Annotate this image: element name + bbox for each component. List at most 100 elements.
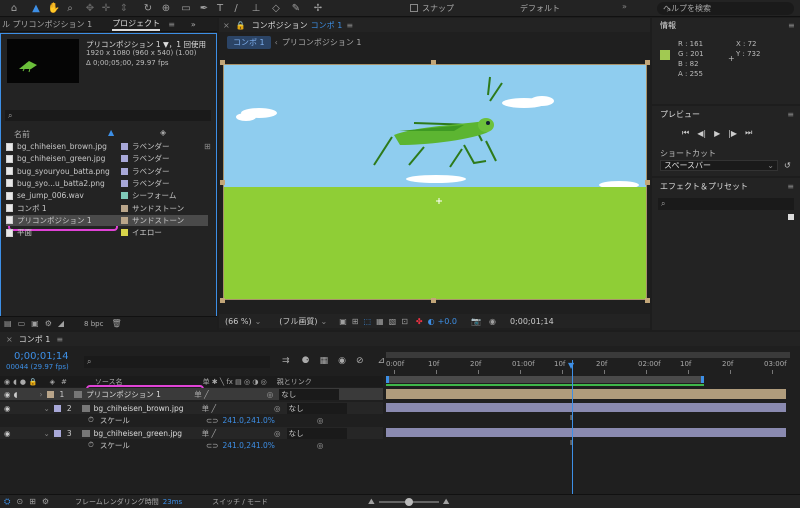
rectangle-tool-icon[interactable]: ▭ [180,2,192,14]
track-layer1[interactable] [386,389,786,399]
exposure-reset-icon[interactable]: ◐ [428,317,435,326]
switches-header-icon[interactable]: 单 ✱ ╲ fx ▤ ◎ ◑ ◎ [203,377,267,387]
project-item[interactable]: bg_chiheisen_green.jpg ラベンダー [6,153,208,164]
project-item[interactable]: bug_syouryou_batta.png ラベンダー [6,166,208,177]
parent-dropdown[interactable]: なし [286,427,347,439]
zoom-slider[interactable] [378,497,439,506]
pickwhip-icon[interactable]: ◎ [267,390,274,399]
stopwatch-icon[interactable]: ⏱ [88,415,94,425]
shortcut-dropdown[interactable]: スペースバー ⌄ [660,160,778,171]
breadcrumb-comp[interactable]: コンポ 1 [227,36,271,49]
resize-grip-icon[interactable] [788,214,794,220]
region-of-interest-icon[interactable]: ▣ [339,317,347,326]
hand-tool-icon[interactable]: ✋ [48,2,60,14]
parent-dropdown[interactable]: なし [279,388,340,400]
layer-label-swatch[interactable] [53,429,61,437]
grid-icon[interactable]: ⊞ [352,317,359,326]
help-search-box[interactable]: ⌕ ヘルプを検索 [657,2,794,15]
new-comp-icon[interactable]: ▣ [31,319,39,328]
viewer-timecode[interactable]: 0;00;01;14 [510,317,554,326]
panel-menu-icon[interactable]: ≡ [787,182,794,191]
timeline-timecode[interactable]: 0;00;01;14 [14,351,69,362]
lock-switch-icon[interactable]: 🔒 [29,378,38,386]
stretch-icon[interactable]: ⚙ [42,497,49,506]
type-tool-icon[interactable]: T [214,2,226,14]
layer-name[interactable]: bg_chiheisen_brown.jpg [94,404,194,413]
color-channel-icon[interactable]: ✤ [416,317,423,326]
last-frame-icon[interactable]: ⏭ [745,128,752,138]
brush-tool-icon[interactable]: / [230,2,242,14]
playhead-handle-icon[interactable]: ▼ [568,361,574,370]
zoom-dropdown[interactable]: (66 %) [225,317,252,326]
roto-tool-icon[interactable]: ✎ [290,2,302,14]
project-item[interactable]: bug_syo...u_batta2.png ラベンダー [6,178,208,189]
tab-precomp[interactable]: ル プリコンポジション 1 [2,19,92,30]
prev-frame-icon[interactable]: ◀| [697,129,706,138]
interpret-footage-icon[interactable]: ▤ [4,319,12,328]
project-item[interactable]: プリコンポジション 1 サンドストーン [6,214,208,226]
comp-tab-label[interactable]: コンポジション [252,20,308,31]
layer-name[interactable]: bg_chiheisen_green.jpg [94,429,194,438]
switch-mode-toggle[interactable]: スイッチ / モード [212,497,268,507]
home-icon[interactable]: ⌂ [8,2,20,14]
3d-view-icon[interactable]: ▦ [376,317,384,326]
layer-switch-icon[interactable]: 单 ╱ [202,403,216,414]
project-search[interactable]: ⌕ [5,110,211,121]
orbit-tool-icon[interactable]: ✥ [84,2,96,14]
close-tab-icon[interactable]: × [6,335,13,344]
label-header-icon[interactable]: ◈ [50,378,55,386]
project-item[interactable]: コンポ 1 サンドストーン [6,203,208,214]
layer-switches-icon[interactable]: ⛭ [4,497,10,507]
audio-switch-icon[interactable]: ◖ [13,378,17,386]
clone-tool-icon[interactable]: ⊥ [250,2,262,14]
keyframe-icon-2[interactable]: I [570,414,572,422]
panel-menu-icon[interactable]: ≡ [788,21,795,30]
comp-tab-name[interactable]: コンポ 1 [311,20,343,31]
anchor-tool-icon[interactable]: ⊕ [160,2,172,14]
project-item[interactable]: bg_chiheisen_brown.jpg ラベンダー [6,141,208,152]
dolly-tool-icon[interactable]: ⇕ [118,2,130,14]
lock-icon[interactable]: 🔒 [236,21,246,30]
sort-arrow-icon[interactable]: ▲ [108,128,114,137]
layer-name[interactable]: プリコンポジション 1 [86,389,186,400]
eye-icon[interactable]: ◉ [4,429,11,438]
next-frame-icon[interactable]: |▶ [728,129,737,138]
property-value[interactable]: 241.0,241.0% [222,441,274,450]
layer-label-swatch[interactable] [46,390,54,398]
panel-menu-icon[interactable]: ≡ [168,20,175,29]
timeline-layer-row[interactable]: ◉ ⌄ 2 bg_chiheisen_brown.jpg 单 ╱ ◎ なし [0,402,383,414]
link-icon[interactable]: ⊂⊃ [206,441,219,450]
reset-icon[interactable]: ↺ [784,161,791,170]
solo-switch-icon[interactable]: ● [20,378,26,386]
zoom-tool-icon[interactable]: ⌕ [64,2,76,14]
draft-3d-icon[interactable]: ⊿ [378,356,386,366]
rotate-tool-icon[interactable]: ↻ [142,2,154,14]
comp-flowchart-icon[interactable]: ⇉ [282,356,290,366]
fit-icon[interactable]: ⊡ [401,317,408,326]
puppet-tool-icon[interactable]: ✢ [312,2,324,14]
expand-arrow-icon[interactable]: ⌄ [44,404,50,413]
work-area-range[interactable] [386,376,704,383]
layer-property-row[interactable]: ⏱ スケール ⊂⊃ 241.0,241.0% ◎ [0,439,383,451]
workspace-label[interactable]: デフォルト [520,3,560,14]
render-queue-icon[interactable]: ◢ [58,319,64,328]
timeline-layer-row[interactable]: ◉ ◖ › 1 プリコンポジション 1 单 ╱ ◎ なし [0,388,383,400]
work-area-bar[interactable] [386,352,790,358]
parent-dropdown[interactable]: なし [286,402,347,414]
first-frame-icon[interactable]: ⏮ [682,128,689,138]
trash-icon[interactable]: 🗑 [111,319,121,328]
project-item[interactable]: se_jump_006.wav シーフォーム [6,190,208,201]
bpc-label[interactable]: 8 bpc [84,320,103,328]
layer-switch-icon[interactable]: 单 ╱ [194,389,208,400]
layer-label-swatch[interactable] [53,404,61,412]
expand-arrow-icon[interactable]: › [40,390,43,399]
snap-checkbox[interactable] [410,4,418,12]
eye-icon[interactable]: ◉ [4,390,11,399]
show-snapshot-icon[interactable]: ◉ [489,317,496,326]
quality-dropdown[interactable]: (フル画質) [279,316,317,327]
close-tab-icon[interactable]: × [223,21,230,30]
timeline-layer-row[interactable]: ◉ ⌄ 3 bg_chiheisen_green.jpg 单 ╱ ◎ なし [0,427,383,439]
playhead[interactable] [572,360,573,494]
transfer-icon[interactable]: ⊙ [16,497,23,506]
snapshot-icon[interactable]: 📷 [471,317,481,326]
